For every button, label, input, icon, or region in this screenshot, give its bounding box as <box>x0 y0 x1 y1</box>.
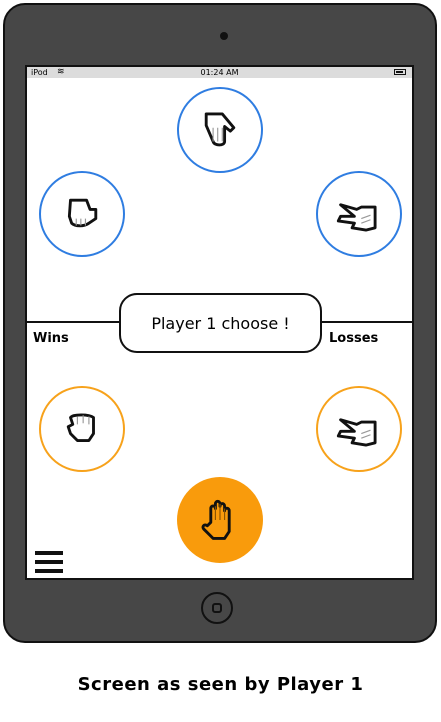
scissors-hand-icon <box>336 203 377 232</box>
camera <box>220 32 228 40</box>
open-hand-icon <box>201 499 231 540</box>
caption: Screen as seen by Player 1 <box>77 674 364 695</box>
player-scissors-button[interactable] <box>316 386 402 472</box>
opponent-scissors-button[interactable] <box>316 171 402 257</box>
fist-icon <box>67 198 98 228</box>
opponent-paper-button[interactable] <box>177 87 263 173</box>
hamburger-menu-icon[interactable] <box>35 551 63 573</box>
opponent-rock-button[interactable] <box>39 171 125 257</box>
battery-icon <box>394 69 406 75</box>
player-rock-button[interactable] <box>39 386 125 472</box>
prompt-bubble: Player 1 choose ! <box>119 293 322 353</box>
clock: 01:24 AM <box>200 68 239 77</box>
scissors-hand-icon <box>336 418 377 447</box>
home-button[interactable] <box>201 592 233 624</box>
fist-icon <box>66 413 95 442</box>
wins-label: Wins <box>33 331 69 346</box>
losses-label: Losses <box>329 331 379 346</box>
status-bar: iPod ≋ 01:24 AM <box>27 67 412 78</box>
player-paper-button-selected[interactable] <box>177 477 263 563</box>
screen: iPod ≋ 01:24 AM Player 1 choose ! Wins L… <box>25 65 414 580</box>
hand-pointing-down-icon <box>204 112 236 147</box>
